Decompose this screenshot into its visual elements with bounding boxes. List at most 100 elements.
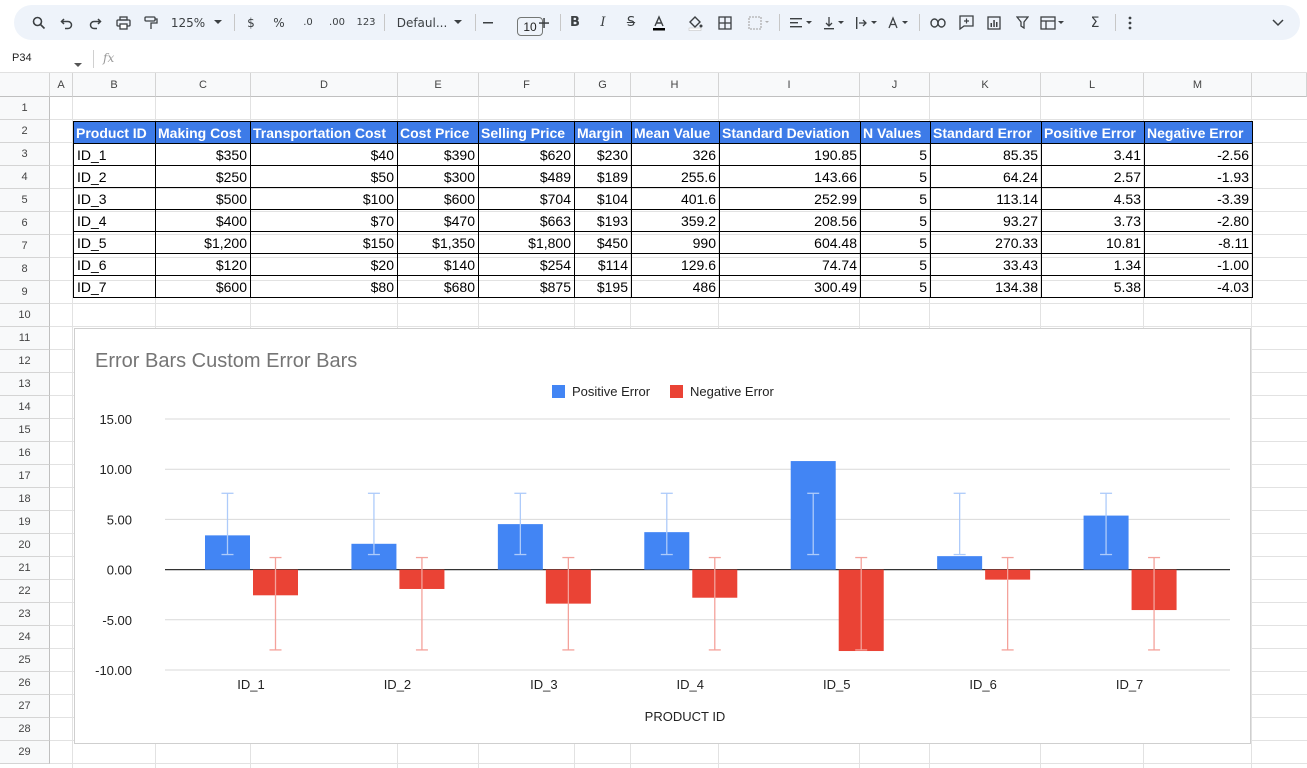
table-cell[interactable]: $189 (574, 165, 632, 188)
table-cell[interactable]: $300 (397, 165, 479, 188)
currency-button[interactable]: $ (242, 5, 260, 40)
column-header-b[interactable]: B (73, 73, 156, 97)
table-cell[interactable]: 1.34 (1041, 253, 1145, 276)
table-cell[interactable]: 129.6 (631, 253, 720, 276)
table-cell[interactable]: 5 (860, 165, 931, 188)
filter-icon[interactable] (1011, 5, 1033, 40)
row-header-5[interactable]: 5 (0, 189, 50, 212)
table-cell[interactable]: 486 (631, 275, 720, 298)
table-header-cell[interactable]: Making Cost (155, 121, 251, 144)
table-cell[interactable]: ID_4 (73, 209, 156, 232)
undo-icon[interactable] (56, 5, 78, 40)
table-cell[interactable]: $875 (478, 275, 575, 298)
table-cell[interactable]: $140 (397, 253, 479, 276)
table-cell[interactable]: ID_1 (73, 143, 156, 166)
table-cell[interactable]: $250 (155, 165, 251, 188)
table-cell[interactable]: $50 (250, 165, 398, 188)
strikethrough-icon[interactable]: S (622, 5, 640, 40)
decrease-decimal-button[interactable]: .0 (297, 5, 319, 40)
table-cell[interactable]: $40 (250, 143, 398, 166)
column-header-k[interactable]: K (930, 73, 1041, 97)
table-cell[interactable]: ID_7 (73, 275, 156, 298)
table-cell[interactable]: $600 (155, 275, 251, 298)
row-header-24[interactable]: 24 (0, 626, 50, 649)
table-cell[interactable]: 64.24 (930, 165, 1042, 188)
row-header-22[interactable]: 22 (0, 580, 50, 603)
search-icon[interactable] (28, 5, 50, 40)
column-header-d[interactable]: D (251, 73, 398, 97)
table-cell[interactable]: 359.2 (631, 209, 720, 232)
table-header-cell[interactable]: N Values (860, 121, 931, 144)
chart[interactable]: Error Bars Custom Error Bars Positive Err… (74, 328, 1251, 744)
table-cell[interactable]: 255.6 (631, 165, 720, 188)
column-header-m[interactable]: M (1144, 73, 1252, 97)
table-cell[interactable]: 2.57 (1041, 165, 1145, 188)
borders-icon[interactable] (715, 5, 735, 40)
font-select[interactable]: Defaul... (392, 5, 452, 40)
table-cell[interactable]: $100 (250, 187, 398, 210)
table-cell[interactable]: 5.38 (1041, 275, 1145, 298)
column-header-f[interactable]: F (479, 73, 575, 97)
row-header-3[interactable]: 3 (0, 143, 50, 166)
table-cell[interactable]: 4.53 (1041, 187, 1145, 210)
row-header-23[interactable]: 23 (0, 603, 50, 626)
row-header-13[interactable]: 13 (0, 373, 50, 396)
table-cell[interactable]: $704 (478, 187, 575, 210)
row-header-16[interactable]: 16 (0, 442, 50, 465)
merge-icon[interactable] (744, 5, 774, 40)
table-cell[interactable]: $80 (250, 275, 398, 298)
row-header-6[interactable]: 6 (0, 212, 50, 235)
table-cell[interactable]: $390 (397, 143, 479, 166)
table-header-cell[interactable]: Transportation Cost (250, 121, 398, 144)
column-header-c[interactable]: C (156, 73, 251, 97)
table-cell[interactable]: $195 (574, 275, 632, 298)
table-cell[interactable]: ID_2 (73, 165, 156, 188)
table-cell[interactable]: 3.41 (1041, 143, 1145, 166)
table-cell[interactable]: $680 (397, 275, 479, 298)
column-header-i[interactable]: I (719, 73, 860, 97)
table-cell[interactable]: $1,200 (155, 231, 251, 254)
fill-color-icon[interactable] (684, 5, 706, 40)
row-header-1[interactable]: 1 (0, 97, 50, 120)
text-color-icon[interactable] (648, 5, 670, 40)
row-header-28[interactable]: 28 (0, 718, 50, 741)
row-header-14[interactable]: 14 (0, 396, 50, 419)
table-cell[interactable]: 5 (860, 275, 931, 298)
row-header-2[interactable]: 2 (0, 120, 50, 143)
table-cell[interactable]: $254 (478, 253, 575, 276)
table-cell[interactable]: ID_5 (73, 231, 156, 254)
table-cell[interactable]: $500 (155, 187, 251, 210)
table-cell[interactable]: $1,350 (397, 231, 479, 254)
column-header-n[interactable] (1252, 73, 1307, 97)
minus-icon[interactable] (480, 5, 496, 40)
table-cell[interactable]: 93.27 (930, 209, 1042, 232)
table-header-cell[interactable]: Standard Error (930, 121, 1042, 144)
row-header-4[interactable]: 4 (0, 166, 50, 189)
table-cell[interactable]: $489 (478, 165, 575, 188)
sum-icon[interactable]: Σ (1086, 5, 1104, 40)
table-cell[interactable]: 5 (860, 143, 931, 166)
table-cell[interactable]: 10.81 (1041, 231, 1145, 254)
rotate-icon[interactable] (884, 5, 914, 40)
table-cell[interactable]: $1,800 (478, 231, 575, 254)
comment-icon[interactable] (955, 5, 977, 40)
table-cell[interactable]: 85.35 (930, 143, 1042, 166)
table-cell[interactable]: 190.85 (719, 143, 861, 166)
column-header-a[interactable]: A (50, 73, 73, 97)
row-header-10[interactable]: 10 (0, 304, 50, 327)
table-cell[interactable]: ID_6 (73, 253, 156, 276)
row-header-18[interactable]: 18 (0, 488, 50, 511)
table-cell[interactable]: 401.6 (631, 187, 720, 210)
row-header-7[interactable]: 7 (0, 235, 50, 258)
table-cell[interactable]: $104 (574, 187, 632, 210)
row-header-20[interactable]: 20 (0, 534, 50, 557)
table-header-cell[interactable]: Positive Error (1041, 121, 1145, 144)
table-cell[interactable]: 5 (860, 253, 931, 276)
table-cell[interactable]: 5 (860, 209, 931, 232)
row-header-15[interactable]: 15 (0, 419, 50, 442)
row-header-12[interactable]: 12 (0, 350, 50, 373)
table-cell[interactable]: $70 (250, 209, 398, 232)
wrap-icon[interactable] (852, 5, 882, 40)
table-cell[interactable]: 208.56 (719, 209, 861, 232)
table-header-cell[interactable]: Selling Price (478, 121, 575, 144)
